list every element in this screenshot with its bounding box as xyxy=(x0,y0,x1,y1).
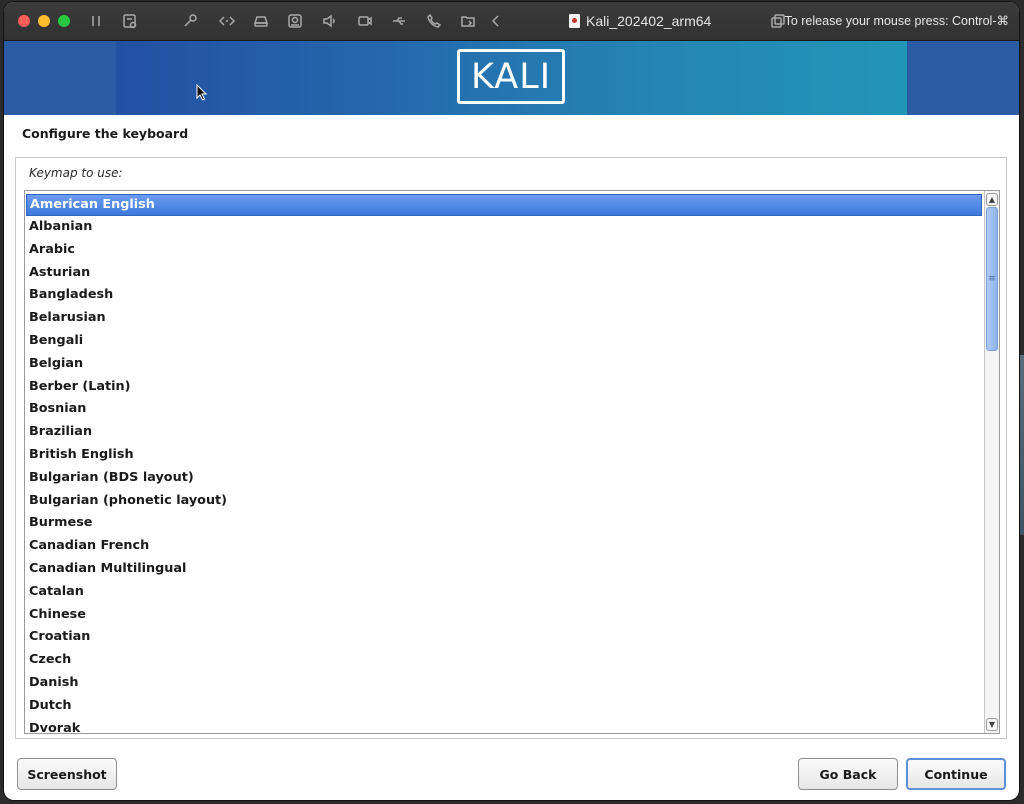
shared-folder-icon[interactable] xyxy=(458,11,478,31)
kali-logo: KALI xyxy=(457,49,565,104)
go-back-button[interactable]: Go Back xyxy=(798,758,898,790)
wrench-icon[interactable] xyxy=(180,11,200,31)
zoom-window-button[interactable] xyxy=(58,15,70,27)
window-titlebar: Kali_202402_arm64 To release your mouse … xyxy=(4,2,1019,41)
video-camera-icon[interactable] xyxy=(355,11,375,31)
keymap-list-item[interactable]: Bangladesh xyxy=(25,284,983,307)
installer-banner: KALI xyxy=(4,41,1019,115)
keymap-list-item[interactable]: Burmese xyxy=(25,512,983,535)
keymap-listbox[interactable]: American English Albanian Arabic Asturian Ba… xyxy=(24,190,1000,734)
release-mouse-hint: To release your mouse press: Control-⌘ xyxy=(784,14,1009,28)
keymap-list-item[interactable]: Dutch xyxy=(25,695,983,718)
keymap-list-item[interactable]: Chinese xyxy=(25,604,983,627)
keymap-list-item[interactable]: Arabic xyxy=(25,239,983,262)
vm-document-icon xyxy=(569,14,580,28)
mouse-pointer-icon xyxy=(196,84,208,101)
vm-title-text: Kali_202402_arm64 xyxy=(586,13,712,29)
snapshot-icon[interactable] xyxy=(120,11,140,31)
keymap-list-item[interactable]: British English xyxy=(25,444,983,467)
pause-icon[interactable] xyxy=(86,11,106,31)
keymap-list-item[interactable]: Catalan xyxy=(25,581,983,604)
vertical-scrollbar[interactable]: ▲ ≡ ▼ xyxy=(984,191,999,733)
close-window-button[interactable] xyxy=(18,15,30,27)
keymap-list-item[interactable]: Bulgarian (BDS layout) xyxy=(25,467,983,490)
keymap-list-item[interactable]: Belarusian xyxy=(25,307,983,330)
keymap-list-item[interactable]: Berber (Latin) xyxy=(25,376,983,399)
keymap-list-item[interactable]: Dvorak xyxy=(25,718,983,733)
keymap-list-item[interactable]: Asturian xyxy=(25,262,983,285)
sound-icon[interactable] xyxy=(320,11,340,31)
camera-icon[interactable] xyxy=(285,11,305,31)
minimize-window-button[interactable] xyxy=(38,15,50,27)
keymap-list-item[interactable]: Danish xyxy=(25,672,983,695)
keymap-list-item[interactable]: Belgian xyxy=(25,353,983,376)
scroll-up-arrow-icon[interactable]: ▲ xyxy=(986,193,998,206)
back-chevron-icon[interactable] xyxy=(486,11,506,31)
keymap-label: Keymap to use: xyxy=(29,166,123,180)
screenshot-button[interactable]: Screenshot xyxy=(17,758,117,790)
keymap-list-item[interactable]: Albanian xyxy=(25,216,983,239)
continue-button[interactable]: Continue xyxy=(906,758,1006,790)
keymap-list-item[interactable]: Czech xyxy=(25,649,983,672)
keymap-list-item[interactable]: Bengali xyxy=(25,330,983,353)
keymap-list-item[interactable]: Brazilian xyxy=(25,421,983,444)
keymap-list-item[interactable]: Bulgarian (phonetic layout) xyxy=(25,490,983,513)
phone-icon[interactable] xyxy=(424,11,444,31)
keymap-list-item[interactable]: Bosnian xyxy=(25,398,983,421)
page-title: Configure the keyboard xyxy=(22,126,189,141)
keymap-list-item[interactable]: Canadian Multilingual xyxy=(25,558,983,581)
hard-drive-icon[interactable] xyxy=(251,11,271,31)
keymap-list-item[interactable]: American English xyxy=(26,194,982,216)
window-title: Kali_202402_arm64 xyxy=(569,12,711,30)
keymap-list: American English Albanian Arabic Asturian Ba… xyxy=(25,191,983,733)
scrollbar-thumb[interactable]: ≡ xyxy=(986,207,998,351)
scroll-down-arrow-icon[interactable]: ▼ xyxy=(986,718,998,731)
keymap-list-item[interactable]: Croatian xyxy=(25,626,983,649)
keymap-list-item[interactable]: Canadian French xyxy=(25,535,983,558)
usb-icon[interactable] xyxy=(389,11,409,31)
code-brackets-icon[interactable] xyxy=(217,11,237,31)
vm-window: Kali_202402_arm64 To release your mouse … xyxy=(4,2,1019,800)
